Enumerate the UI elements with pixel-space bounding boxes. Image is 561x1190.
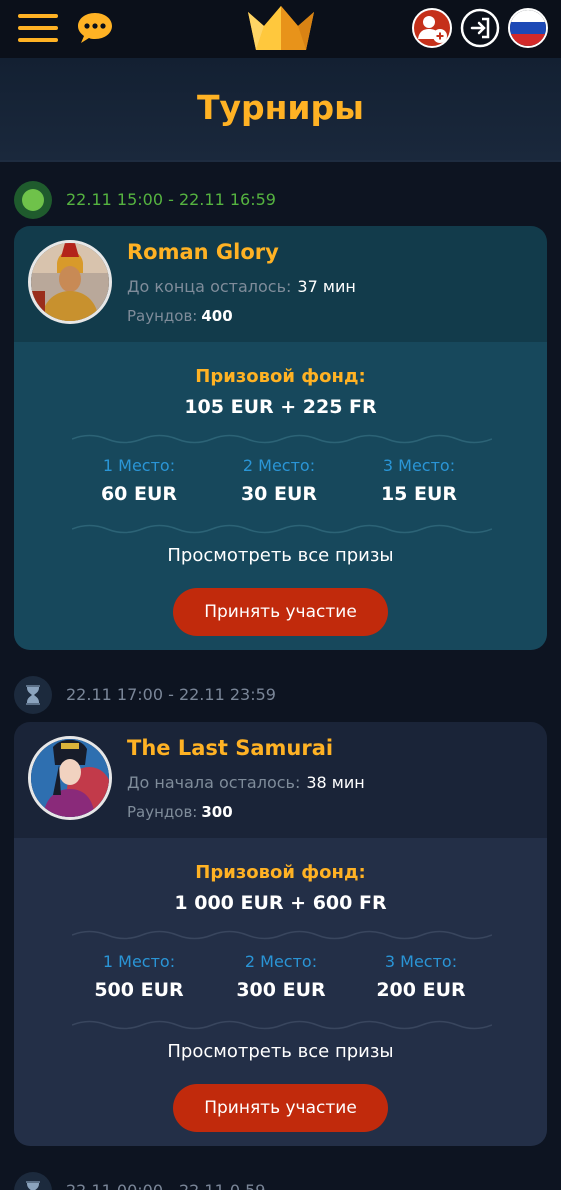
view-all-prizes-link[interactable]: Просмотреть все призы bbox=[14, 1041, 547, 1062]
page-title: Турниры bbox=[196, 88, 365, 127]
place-value: 200 EUR bbox=[376, 979, 466, 1001]
place-2: 2 Место: 30 EUR bbox=[204, 456, 354, 505]
game-title: The Last Samurai bbox=[127, 736, 334, 760]
rounds-value: 300 bbox=[201, 803, 233, 821]
top-bar bbox=[0, 0, 561, 58]
place-value: 30 EUR bbox=[240, 483, 318, 505]
crown-logo[interactable] bbox=[246, 4, 316, 54]
rounds-value: 400 bbox=[201, 307, 233, 325]
place-label: 3 Место: bbox=[384, 952, 458, 971]
prize-fund-label: Призовой фонд: bbox=[195, 862, 366, 883]
live-indicator-icon bbox=[14, 181, 52, 219]
hourglass-icon bbox=[14, 676, 52, 714]
login-arrow-icon[interactable] bbox=[460, 8, 500, 48]
card-prizes: Призовой фонд: 1 000 EUR + 600 FR 1 Мест… bbox=[14, 838, 547, 1146]
rounds-count: Раундов: 400 bbox=[127, 307, 233, 325]
join-tournament-button[interactable]: Принять участие bbox=[173, 1084, 388, 1132]
wave-divider bbox=[72, 930, 492, 940]
place-1: 1 Место: 500 EUR bbox=[64, 952, 214, 1001]
time-remaining-value: 38 мин bbox=[306, 773, 365, 792]
place-label: 3 Место: bbox=[382, 456, 456, 475]
russian-flag-icon[interactable] bbox=[508, 8, 548, 48]
game-title: Roman Glory bbox=[127, 240, 279, 264]
wave-divider bbox=[72, 524, 492, 534]
place-3: 3 Место: 200 EUR bbox=[346, 952, 496, 1001]
tournament-period: 22.11 15:00 - 22.11 16:59 bbox=[66, 190, 276, 209]
prize-fund-value: 1 000 EUR + 600 FR bbox=[174, 892, 387, 914]
place-value: 15 EUR bbox=[380, 483, 458, 505]
tournament-status-upcoming: 22.11 17:00 - 22.11 23:59 bbox=[14, 676, 414, 716]
rounds-label: Раундов: bbox=[127, 803, 198, 821]
places-row: 1 Место: 500 EUR 2 Место: 300 EUR 3 Мест… bbox=[14, 952, 547, 1012]
user-add-icon[interactable] bbox=[412, 8, 452, 48]
place-1: 1 Место: 60 EUR bbox=[64, 456, 214, 505]
time-remaining-value: 37 мин bbox=[297, 277, 356, 296]
place-label: 1 Место: bbox=[102, 952, 176, 971]
places-row: 1 Место: 60 EUR 2 Место: 30 EUR 3 Место:… bbox=[14, 456, 547, 516]
place-2: 2 Место: 300 EUR bbox=[206, 952, 356, 1001]
hourglass-icon bbox=[14, 1172, 52, 1190]
place-label: 2 Место: bbox=[244, 952, 318, 971]
place-label: 1 Место: bbox=[102, 456, 176, 475]
tournament-period: 22.11 00:00 - 22.11 0.59 bbox=[66, 1181, 265, 1190]
hamburger-icon[interactable] bbox=[18, 12, 58, 44]
page-header: Турниры bbox=[0, 58, 561, 162]
time-remaining: До конца осталось: 37 мин bbox=[127, 277, 356, 296]
rounds-label: Раундов: bbox=[127, 307, 198, 325]
tournament-status-upcoming: 22.11 00:00 - 22.11 0.59 bbox=[14, 1172, 414, 1190]
card-prizes: Призовой фонд: 105 EUR + 225 FR 1 Место:… bbox=[14, 342, 547, 650]
game-avatar-the-last-samurai[interactable] bbox=[28, 736, 112, 820]
time-remaining: До начала осталось: 38 мин bbox=[127, 773, 365, 792]
card-header: Roman Glory До конца осталось: 37 мин Рау… bbox=[14, 226, 547, 342]
tournament-status-live: 22.11 15:00 - 22.11 16:59 bbox=[14, 181, 414, 221]
tournament-card: Roman Glory До конца осталось: 37 мин Рау… bbox=[14, 226, 547, 650]
prize-fund-label: Призовой фонд: bbox=[195, 366, 366, 387]
time-remaining-label: До конца осталось: bbox=[127, 277, 292, 296]
tournament-card: The Last Samurai До начала осталось: 38 м… bbox=[14, 722, 547, 1146]
place-label: 2 Место: bbox=[242, 456, 316, 475]
join-tournament-button[interactable]: Принять участие bbox=[173, 588, 388, 636]
rounds-count: Раундов: 300 bbox=[127, 803, 233, 821]
place-3: 3 Место: 15 EUR bbox=[344, 456, 494, 505]
place-value: 60 EUR bbox=[100, 483, 178, 505]
place-value: 500 EUR bbox=[94, 979, 184, 1001]
tournament-period: 22.11 17:00 - 22.11 23:59 bbox=[66, 685, 276, 704]
game-avatar-roman-glory[interactable] bbox=[28, 240, 112, 324]
time-remaining-label: До начала осталось: bbox=[127, 773, 301, 792]
wave-divider bbox=[72, 434, 492, 444]
view-all-prizes-link[interactable]: Просмотреть все призы bbox=[14, 545, 547, 566]
chat-bubble-icon[interactable] bbox=[76, 9, 114, 47]
wave-divider bbox=[72, 1020, 492, 1030]
prize-fund-value: 105 EUR + 225 FR bbox=[184, 396, 377, 418]
card-header: The Last Samurai До начала осталось: 38 м… bbox=[14, 722, 547, 838]
place-value: 300 EUR bbox=[236, 979, 326, 1001]
